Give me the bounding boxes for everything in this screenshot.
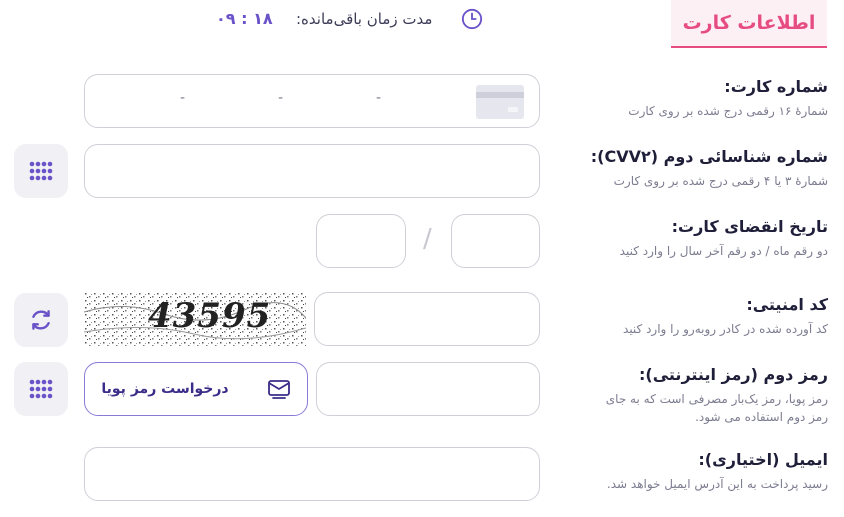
second-password-title: رمز دوم (رمز اینترنتی): [639, 365, 828, 384]
second-password-hint-line2: رمز دوم استفاده می شود. [695, 410, 828, 424]
card-number-title: شماره کارت: [724, 77, 828, 96]
captcha-text: 43595 [148, 296, 272, 336]
tab-card-info[interactable]: اطلاعات کارت [671, 0, 827, 48]
keypad-button[interactable] [14, 144, 68, 198]
email-title: ایمیل (اختیاری): [698, 450, 828, 469]
email-hint: رسید پرداخت به این آدرس ایمیل خواهد شد. [606, 477, 828, 491]
clock-icon [461, 8, 483, 30]
card-number-hint: شمارهٔ ۱۶ رقمی درج شده بر روی کارت [628, 104, 828, 118]
second-password-hint-line1: رمز پویا، رمز یک‌بار مصرفی است که به جای [605, 392, 828, 406]
keypad-button[interactable] [14, 362, 68, 416]
request-dynamic-password-label: درخواست رمز پویا [101, 381, 229, 397]
email-input[interactable] [84, 447, 540, 501]
expiry-title: تاریخ انقضای کارت: [671, 217, 828, 236]
card-number-input[interactable]: - - - [84, 74, 540, 128]
card-number-separator: - [376, 90, 382, 106]
refresh-captcha-button[interactable] [14, 293, 68, 347]
timer-label: مدت زمان باقی‌مانده: [296, 10, 433, 28]
cvv2-input[interactable] [84, 144, 540, 198]
cvv2-hint: شمارهٔ ۳ یا ۴ رقمی درج شده بر روی کارت [613, 174, 828, 188]
timer-value: ۰۹ : ۱۸ [216, 9, 273, 28]
captcha-input[interactable] [314, 292, 540, 346]
captcha-title: کد امنیتی: [746, 295, 828, 314]
message-icon [267, 380, 290, 399]
second-password-input[interactable] [316, 362, 540, 416]
captcha-image: 43595 [84, 292, 306, 346]
cvv2-title: شماره شناسائی دوم (CVV۲): [590, 147, 828, 166]
expiry-month-input[interactable] [451, 214, 540, 268]
card-number-separator: - [180, 90, 186, 106]
tab-label: اطلاعات کارت [682, 12, 816, 34]
card-icon [476, 85, 524, 119]
expiry-hint: دو رقم ماه / دو رقم آخر سال را وارد کنید [619, 244, 828, 258]
card-number-separator: - [278, 90, 284, 106]
expiry-separator: / [423, 224, 432, 254]
keypad-icon [29, 379, 53, 399]
captcha-hint: کد آورده شده در کادر روبه‌رو را وارد کنی… [623, 322, 828, 336]
keypad-icon [29, 161, 53, 181]
refresh-icon [32, 310, 50, 330]
expiry-year-input[interactable] [316, 214, 406, 268]
request-dynamic-password-button[interactable]: درخواست رمز پویا [84, 362, 308, 416]
